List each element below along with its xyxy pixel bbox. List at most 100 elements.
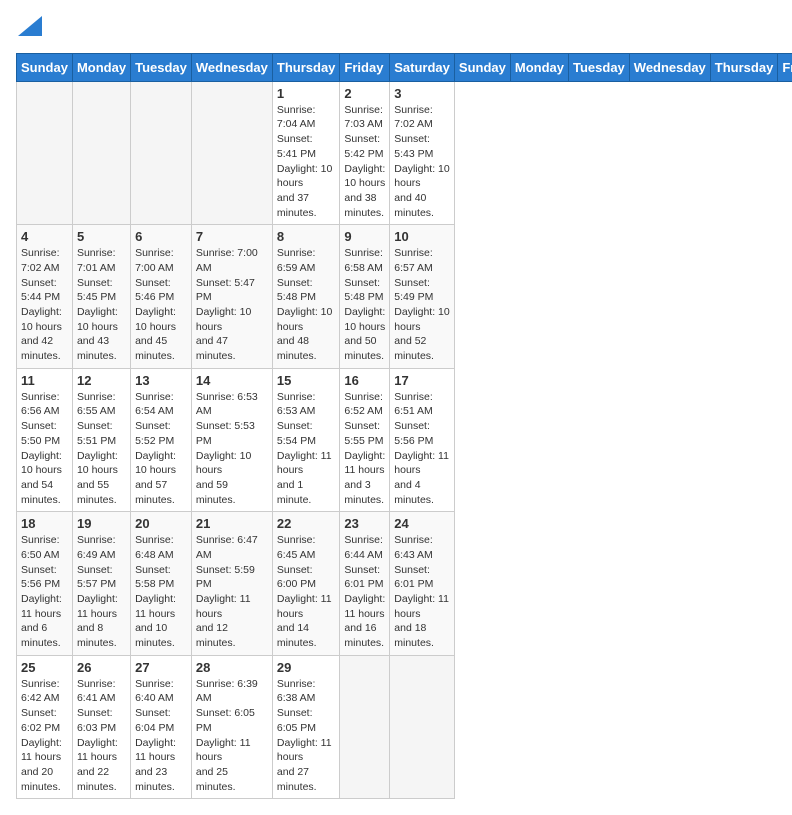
day-cell: 12Sunrise: 6:55 AM Sunset: 5:51 PM Dayli… bbox=[72, 368, 130, 512]
day-info: Sunrise: 6:54 AM Sunset: 5:52 PM Dayligh… bbox=[135, 390, 187, 508]
col-header-sunday: Sunday bbox=[454, 53, 510, 81]
day-info: Sunrise: 6:47 AM Sunset: 5:59 PM Dayligh… bbox=[196, 533, 268, 651]
week-row-2: 4 Sunrise: 7:02 AM Sunset: 5:44 PM Daylig… bbox=[17, 225, 792, 369]
day-cell bbox=[17, 81, 73, 225]
day-number: 1 bbox=[277, 86, 336, 101]
day-number: 20 bbox=[135, 516, 187, 531]
logo-text bbox=[16, 16, 42, 41]
day-cell: 6 Sunrise: 7:00 AM Sunset: 5:46 PM Daylig… bbox=[131, 225, 192, 369]
day-cell: 14Sunrise: 6:53 AM Sunset: 5:53 PM Dayli… bbox=[191, 368, 272, 512]
day-info: Sunrise: 6:51 AM Sunset: 5:56 PM Dayligh… bbox=[394, 390, 450, 508]
day-info: Sunrise: 7:00 AM Sunset: 5:47 PM Dayligh… bbox=[196, 246, 268, 364]
day-cell: 18Sunrise: 6:50 AM Sunset: 5:56 PM Dayli… bbox=[17, 512, 73, 656]
day-cell: 9Sunrise: 6:58 AM Sunset: 5:48 PM Daylig… bbox=[340, 225, 390, 369]
day-number: 2 bbox=[344, 86, 385, 101]
day-number: 8 bbox=[277, 229, 336, 244]
day-cell: 29 Sunrise: 6:38 AM Sunset: 6:05 PM Dayli… bbox=[272, 655, 340, 799]
day-cell: 15Sunrise: 6:53 AM Sunset: 5:54 PM Dayli… bbox=[272, 368, 340, 512]
day-info: Sunrise: 6:53 AM Sunset: 5:53 PM Dayligh… bbox=[196, 390, 268, 508]
day-cell: 11 Sunrise: 6:56 AM Sunset: 5:50 PM Dayli… bbox=[17, 368, 73, 512]
col-header-sunday: Sunday bbox=[17, 53, 73, 81]
day-number: 11 bbox=[21, 373, 68, 388]
col-header-wednesday: Wednesday bbox=[629, 53, 710, 81]
day-cell: 7 Sunrise: 7:00 AM Sunset: 5:47 PM Daylig… bbox=[191, 225, 272, 369]
day-info: Sunrise: 6:53 AM Sunset: 5:54 PM Dayligh… bbox=[277, 390, 336, 508]
day-info: Sunrise: 6:55 AM Sunset: 5:51 PM Dayligh… bbox=[77, 390, 126, 508]
day-number: 3 bbox=[394, 86, 450, 101]
day-info: Sunrise: 7:00 AM Sunset: 5:46 PM Dayligh… bbox=[135, 246, 187, 364]
day-number: 25 bbox=[21, 660, 68, 675]
week-row-4: 18Sunrise: 6:50 AM Sunset: 5:56 PM Dayli… bbox=[17, 512, 792, 656]
day-info: Sunrise: 6:59 AM Sunset: 5:48 PM Dayligh… bbox=[277, 246, 336, 364]
week-row-3: 11 Sunrise: 6:56 AM Sunset: 5:50 PM Dayli… bbox=[17, 368, 792, 512]
col-header-tuesday: Tuesday bbox=[569, 53, 630, 81]
day-number: 26 bbox=[77, 660, 126, 675]
day-info: Sunrise: 7:03 AM Sunset: 5:42 PM Dayligh… bbox=[344, 103, 385, 221]
day-cell: 10 Sunrise: 6:57 AM Sunset: 5:49 PM Dayli… bbox=[390, 225, 455, 369]
day-cell: 17 Sunrise: 6:51 AM Sunset: 5:56 PM Dayli… bbox=[390, 368, 455, 512]
day-info: Sunrise: 6:48 AM Sunset: 5:58 PM Dayligh… bbox=[135, 533, 187, 651]
day-cell: 22Sunrise: 6:45 AM Sunset: 6:00 PM Dayli… bbox=[272, 512, 340, 656]
col-header-saturday: Saturday bbox=[390, 53, 455, 81]
day-cell: 27 Sunrise: 6:40 AM Sunset: 6:04 PM Dayli… bbox=[131, 655, 192, 799]
day-info: Sunrise: 6:43 AM Sunset: 6:01 PM Dayligh… bbox=[394, 533, 450, 651]
day-cell bbox=[390, 655, 455, 799]
day-number: 6 bbox=[135, 229, 187, 244]
day-number: 22 bbox=[277, 516, 336, 531]
day-cell: 28Sunrise: 6:39 AM Sunset: 6:05 PM Dayli… bbox=[191, 655, 272, 799]
day-info: Sunrise: 6:56 AM Sunset: 5:50 PM Dayligh… bbox=[21, 390, 68, 508]
day-number: 7 bbox=[196, 229, 268, 244]
day-cell: 23 Sunrise: 6:44 AM Sunset: 6:01 PM Dayli… bbox=[340, 512, 390, 656]
day-number: 23 bbox=[344, 516, 385, 531]
col-header-friday: Friday bbox=[778, 53, 792, 81]
day-number: 28 bbox=[196, 660, 268, 675]
calendar-table: SundayMondayTuesdayWednesdayThursdayFrid… bbox=[16, 53, 792, 800]
day-number: 24 bbox=[394, 516, 450, 531]
day-cell: 1Sunrise: 7:04 AM Sunset: 5:41 PM Daylig… bbox=[272, 81, 340, 225]
day-info: Sunrise: 6:58 AM Sunset: 5:48 PM Dayligh… bbox=[344, 246, 385, 364]
day-number: 19 bbox=[77, 516, 126, 531]
day-info: Sunrise: 6:42 AM Sunset: 6:02 PM Dayligh… bbox=[21, 677, 68, 795]
day-info: Sunrise: 6:49 AM Sunset: 5:57 PM Dayligh… bbox=[77, 533, 126, 651]
day-cell: 2 Sunrise: 7:03 AM Sunset: 5:42 PM Daylig… bbox=[340, 81, 390, 225]
day-info: Sunrise: 6:52 AM Sunset: 5:55 PM Dayligh… bbox=[344, 390, 385, 508]
logo-icon bbox=[18, 16, 42, 36]
col-header-monday: Monday bbox=[72, 53, 130, 81]
day-cell bbox=[191, 81, 272, 225]
week-row-1: 1Sunrise: 7:04 AM Sunset: 5:41 PM Daylig… bbox=[17, 81, 792, 225]
day-cell: 13 Sunrise: 6:54 AM Sunset: 5:52 PM Dayli… bbox=[131, 368, 192, 512]
day-cell: 5 Sunrise: 7:01 AM Sunset: 5:45 PM Daylig… bbox=[72, 225, 130, 369]
day-cell: 25 Sunrise: 6:42 AM Sunset: 6:02 PM Dayli… bbox=[17, 655, 73, 799]
day-info: Sunrise: 7:02 AM Sunset: 5:44 PM Dayligh… bbox=[21, 246, 68, 364]
day-cell: 8 Sunrise: 6:59 AM Sunset: 5:48 PM Daylig… bbox=[272, 225, 340, 369]
day-cell: 21 Sunrise: 6:47 AM Sunset: 5:59 PM Dayli… bbox=[191, 512, 272, 656]
day-number: 29 bbox=[277, 660, 336, 675]
day-number: 5 bbox=[77, 229, 126, 244]
day-cell bbox=[340, 655, 390, 799]
day-cell: 16 Sunrise: 6:52 AM Sunset: 5:55 PM Dayli… bbox=[340, 368, 390, 512]
day-info: Sunrise: 7:02 AM Sunset: 5:43 PM Dayligh… bbox=[394, 103, 450, 221]
day-info: Sunrise: 6:40 AM Sunset: 6:04 PM Dayligh… bbox=[135, 677, 187, 795]
day-info: Sunrise: 6:44 AM Sunset: 6:01 PM Dayligh… bbox=[344, 533, 385, 651]
day-cell bbox=[72, 81, 130, 225]
day-cell: 20 Sunrise: 6:48 AM Sunset: 5:58 PM Dayli… bbox=[131, 512, 192, 656]
col-header-tuesday: Tuesday bbox=[131, 53, 192, 81]
day-cell: 24 Sunrise: 6:43 AM Sunset: 6:01 PM Dayli… bbox=[390, 512, 455, 656]
day-info: Sunrise: 6:57 AM Sunset: 5:49 PM Dayligh… bbox=[394, 246, 450, 364]
day-number: 4 bbox=[21, 229, 68, 244]
col-header-friday: Friday bbox=[340, 53, 390, 81]
col-header-monday: Monday bbox=[510, 53, 568, 81]
day-number: 17 bbox=[394, 373, 450, 388]
day-number: 10 bbox=[394, 229, 450, 244]
day-number: 16 bbox=[344, 373, 385, 388]
day-info: Sunrise: 7:01 AM Sunset: 5:45 PM Dayligh… bbox=[77, 246, 126, 364]
day-cell bbox=[131, 81, 192, 225]
col-header-wednesday: Wednesday bbox=[191, 53, 272, 81]
day-info: Sunrise: 6:38 AM Sunset: 6:05 PM Dayligh… bbox=[277, 677, 336, 795]
page-header bbox=[16, 16, 776, 41]
col-header-thursday: Thursday bbox=[710, 53, 778, 81]
day-number: 13 bbox=[135, 373, 187, 388]
day-cell: 19 Sunrise: 6:49 AM Sunset: 5:57 PM Dayli… bbox=[72, 512, 130, 656]
day-number: 27 bbox=[135, 660, 187, 675]
day-number: 21 bbox=[196, 516, 268, 531]
